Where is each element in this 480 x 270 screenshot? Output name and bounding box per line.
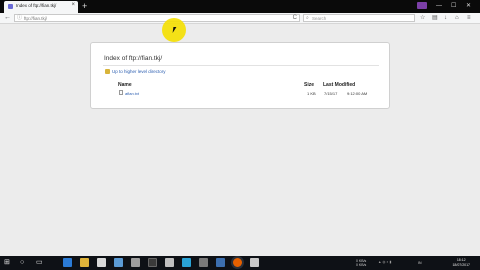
folder-favicon-icon <box>8 4 13 9</box>
app-icon-8[interactable] <box>250 258 259 267</box>
reading-list-icon[interactable]: ▤ <box>432 13 438 23</box>
directory-listing: Index of ftp://fian.tkj/ Up to higher le… <box>90 42 390 109</box>
edge-icon[interactable] <box>63 258 72 267</box>
app-icon-1[interactable] <box>114 258 123 267</box>
clock[interactable]: 18:12 18/07/2017 <box>452 258 470 267</box>
tab-title: Index of ftp://fian.tkj/ <box>16 3 57 8</box>
search-placeholder: Search <box>312 16 327 21</box>
tab-close-icon[interactable]: × <box>71 2 75 8</box>
firefox-icon[interactable] <box>233 258 242 267</box>
app-icon-7[interactable] <box>216 258 225 267</box>
file-size: 1 KB <box>307 90 316 96</box>
column-header-name[interactable]: Name <box>118 82 132 88</box>
tray-icons[interactable]: ▲ ◍ ◐ ▮ <box>378 260 391 264</box>
minimize-button[interactable]: — <box>436 1 442 11</box>
search-icon: ⌕ <box>306 15 309 21</box>
taskbar: ⊞ ○ ▭ 0 KB/s 0 KB/s ▲ ◍ ◐ ▮ IN 18:12 18/… <box>0 256 480 270</box>
network-speed-down: 0 KB/s <box>356 263 367 267</box>
maximize-button[interactable]: ☐ <box>451 1 456 11</box>
app-icon-5[interactable] <box>182 258 191 267</box>
download-icon[interactable]: ↓ <box>444 13 447 23</box>
back-button[interactable]: ← <box>4 13 11 23</box>
app-icon-6[interactable] <box>199 258 208 267</box>
file-icon <box>119 90 123 95</box>
store-icon[interactable] <box>97 258 106 267</box>
close-window-button[interactable]: ✕ <box>466 1 471 11</box>
up-directory-link[interactable]: Up to higher level directory <box>112 69 166 74</box>
bookmark-star-icon[interactable]: ☆ <box>420 13 425 23</box>
site-info-icon[interactable]: ⓘ <box>17 15 22 22</box>
up-directory-icon[interactable] <box>105 69 110 74</box>
column-header-size[interactable]: Size <box>304 82 314 88</box>
search-input[interactable]: ⌕ Search <box>303 14 415 22</box>
app-icon-3[interactable] <box>148 258 157 267</box>
file-link[interactable]: aflan.txt <box>125 91 139 96</box>
url-text[interactable]: ftp://fian.tkj/ <box>24 15 47 22</box>
tab-strip: Index of ftp://fian.tkj/ × + — ☐ ✕ <box>0 0 480 13</box>
clock-date: 18/07/2017 <box>452 262 470 267</box>
column-header-modified[interactable]: Last Modified <box>323 82 355 88</box>
navigation-bar: ← ⓘ ftp://fian.tkj/ C ⌕ Search ☆ ▤ ↓ ⌂ ≡ <box>0 13 480 24</box>
divider <box>103 65 379 66</box>
browser-window: Index of ftp://fian.tkj/ × + — ☐ ✕ ← ⓘ f… <box>0 0 480 256</box>
tab-index-ftp[interactable]: Index of ftp://fian.tkj/ × <box>4 1 78 13</box>
file-explorer-icon[interactable] <box>80 258 89 267</box>
menu-icon[interactable]: ≡ <box>467 13 471 23</box>
taskbar-search-button[interactable]: ○ <box>20 257 24 268</box>
start-button[interactable]: ⊞ <box>4 257 10 268</box>
language-indicator[interactable]: IN <box>418 261 422 265</box>
app-icon-4[interactable] <box>165 258 174 267</box>
new-tab-button[interactable]: + <box>82 0 87 12</box>
home-icon[interactable]: ⌂ <box>455 13 459 23</box>
page-title: Index of ftp://fian.tkj/ <box>104 55 163 62</box>
task-view-button[interactable]: ▭ <box>36 257 43 268</box>
address-bar[interactable]: ⓘ ftp://fian.tkj/ C <box>14 14 300 22</box>
extension-icon[interactable] <box>417 2 427 9</box>
file-time: 9:12:00 AM <box>347 90 368 96</box>
file-date: 7/15/17 <box>324 90 338 96</box>
app-icon-2[interactable] <box>131 258 140 267</box>
reload-button[interactable]: C <box>293 14 297 22</box>
